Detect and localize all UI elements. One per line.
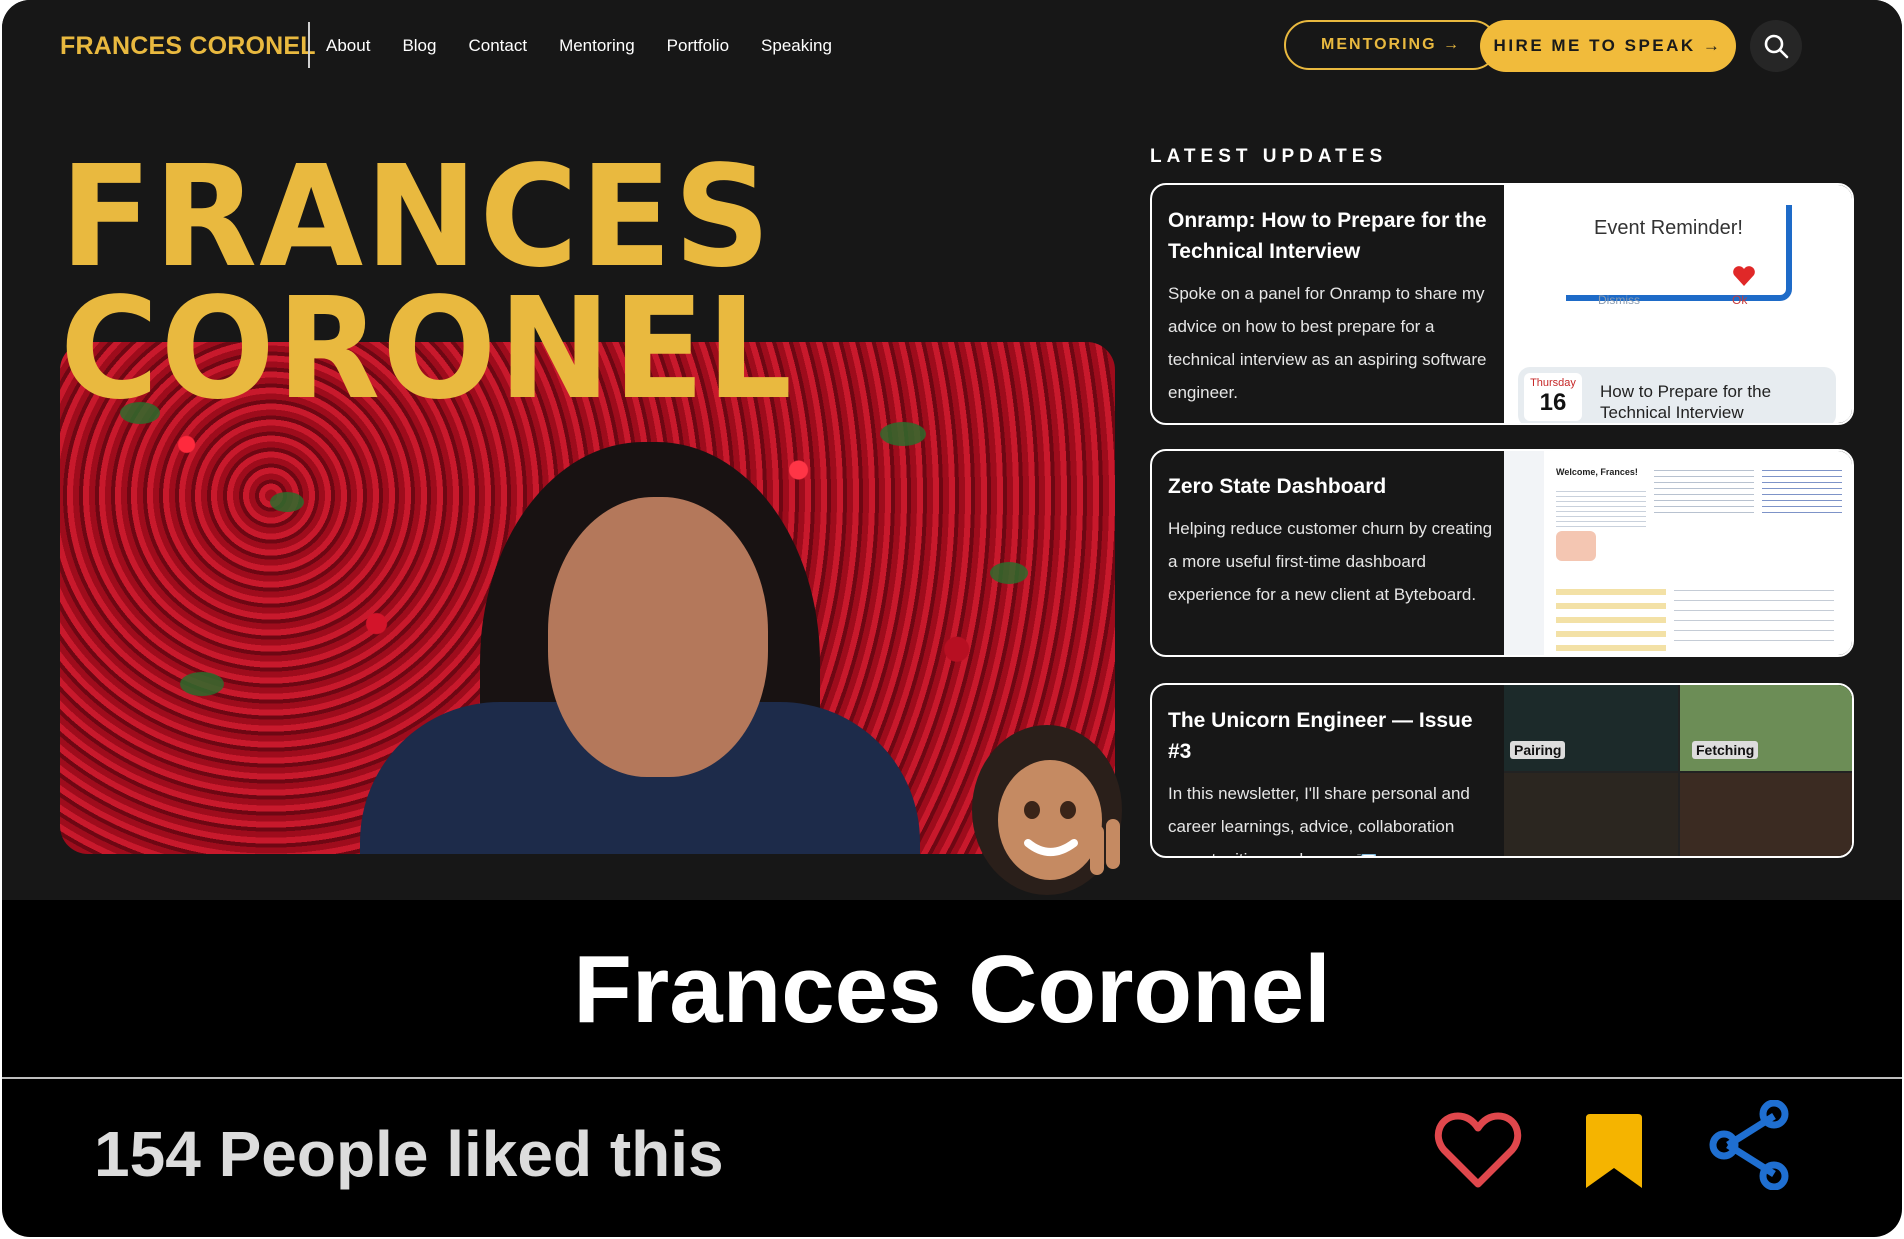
fetching-photo: Fetching [1680,685,1852,771]
hero-title: FRANCES CORONEL [60,136,795,431]
share-icon[interactable] [1708,1100,1792,1190]
update-description: In this newsletter, I'll share personal … [1168,784,1470,856]
latest-updates-heading: LATEST UPDATES [1150,146,1388,167]
calendar-day: Thursday [1530,377,1576,389]
event-name: How to Prepare for the Technical Intervi… [1600,382,1772,422]
calendar-badge: Thursday 16 [1524,373,1582,421]
heart-icon[interactable] [1434,1110,1522,1190]
dashboard-text-block [1654,465,1754,515]
dashboard-link-list [1762,465,1842,515]
pairing-photo: Pairing [1504,685,1678,771]
leaf-shape [880,422,926,446]
dashboard-sidebar [1504,451,1544,655]
mentoring-button[interactable]: MENTORING → [1284,20,1498,70]
divider [2,1077,1902,1079]
pairing-label: Pairing [1510,741,1566,759]
update-card-newsletter[interactable]: The Unicorn Engineer — Issue #3 In this … [1150,683,1854,858]
update-description: Helping reduce customer churn by creatin… [1168,519,1493,604]
dashboard-text-block [1556,487,1646,527]
reminder-dialog: Event Reminder! Dismiss Ok [1566,205,1792,307]
website-screenshot: FRANCES CORONEL About Blog Contact Mento… [2,0,1902,900]
hero-title-line1: FRANCES [60,136,773,299]
event-banner: Thursday 16 How to Prepare for the Techn… [1518,367,1836,423]
nav-divider [308,22,310,68]
coding-photo [1504,773,1678,856]
nav-blog[interactable]: Blog [402,36,436,56]
illustration [1556,531,1596,561]
leaf-shape [990,562,1028,584]
calendar-date: 16 [1539,389,1567,416]
memoji-avatar [972,725,1122,895]
leaf-shape [270,492,304,512]
nav-about[interactable]: About [326,36,370,56]
dashboard-welcome: Welcome, Frances! [1556,467,1638,477]
update-card-onramp[interactable]: Onramp: How to Prepare for the Technical… [1150,183,1854,425]
fetching-label: Fetching [1692,741,1759,759]
dashboard-table [1556,581,1666,651]
reminder-title: Event Reminder! [1594,217,1743,239]
post-card: FRANCES CORONEL About Blog Contact Mento… [2,0,1902,1237]
profile-title: Frances Coronel [573,936,1331,1043]
ok-label: Ok [1732,293,1748,307]
update-card-dashboard[interactable]: Zero State Dashboard Helping reduce cust… [1150,449,1854,657]
search-icon [1764,34,1789,59]
search-button[interactable] [1750,20,1802,72]
update-title: The Unicorn Engineer — Issue #3 [1168,709,1473,763]
nav-contact[interactable]: Contact [468,36,527,56]
hero-title-line2: CORONEL [60,268,795,431]
dashboard-table [1674,581,1834,641]
hire-me-button[interactable]: HIRE ME TO SPEAK → [1480,20,1736,72]
heart-icon [1733,266,1755,286]
main-nav: About Blog Contact Mentoring Portfolio S… [326,36,864,56]
update-description: Spoke on a panel for Onramp to share my … [1168,284,1487,402]
person-face [548,497,768,777]
likes-count: 154 People liked this [94,1118,724,1190]
nav-mentoring[interactable]: Mentoring [559,36,635,56]
nav-portfolio[interactable]: Portfolio [667,36,729,56]
nav-speaking[interactable]: Speaking [761,36,832,56]
update-thumbnail: Welcome, Frances! [1504,451,1852,655]
bookmark-icon[interactable] [1582,1112,1646,1192]
update-title: Zero State Dashboard [1168,475,1387,498]
dog-photo [1680,773,1852,856]
update-title: Onramp: How to Prepare for the Technical… [1168,209,1487,263]
site-brand[interactable]: FRANCES CORONEL [60,32,316,61]
leaf-shape [180,672,224,696]
dismiss-label: Dismiss [1598,293,1640,307]
update-thumbnail: Pairing Fetching [1504,685,1852,856]
update-thumbnail: Event Reminder! Dismiss Ok Thursday 16 H… [1504,185,1852,423]
